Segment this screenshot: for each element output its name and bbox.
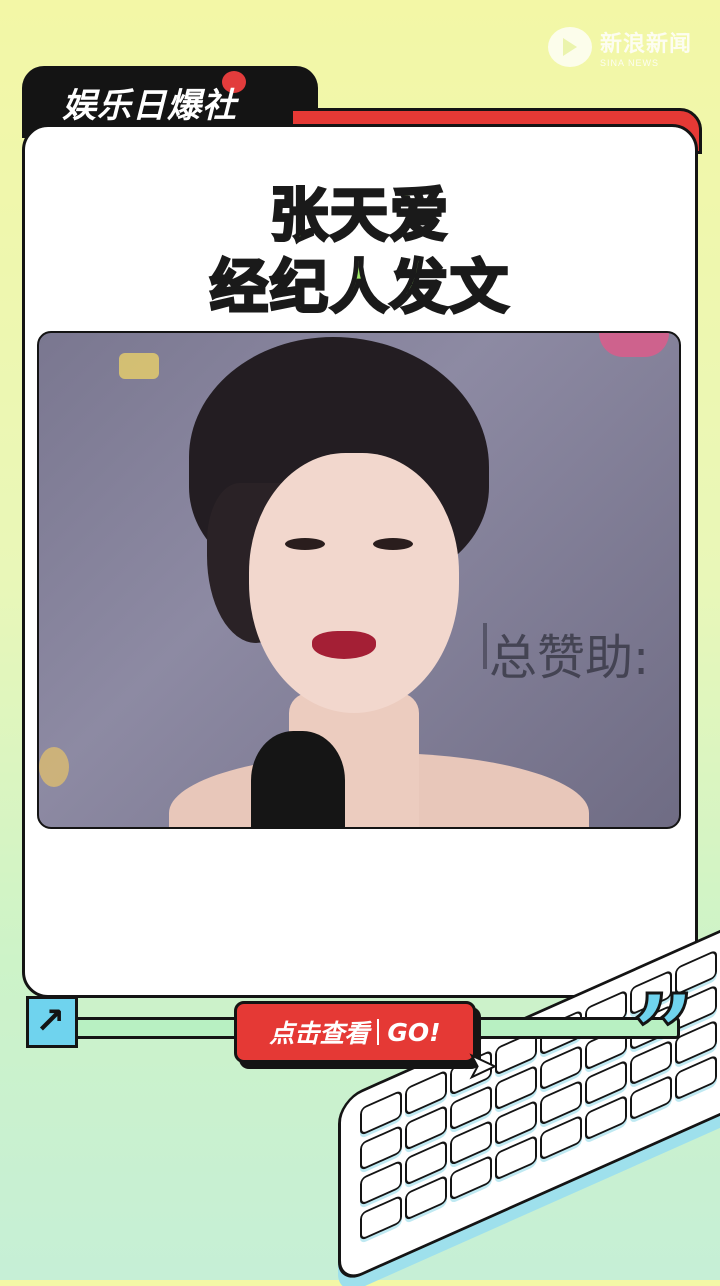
person-face <box>249 453 459 713</box>
cursor-pointer-icon: ➤ <box>467 1045 497 1087</box>
brand-title: 娱乐日爆社 <box>62 86 237 126</box>
cta-left-label: 点击查看 <box>269 1019 370 1048</box>
headline-line-2: 经纪人发文 <box>208 252 510 323</box>
video-thumbnail[interactable]: 总赞助: <box>37 331 681 829</box>
view-go-button[interactable]: 点击查看 GO! <box>234 1001 476 1063</box>
person-eye <box>285 538 325 550</box>
person-lips <box>312 631 376 659</box>
bokeh-light <box>39 747 69 787</box>
sina-news-watermark: 新浪新闻 SINA NEWS <box>547 26 692 68</box>
bokeh-light <box>119 353 159 379</box>
quote-mark-icon: ” <box>630 970 696 1099</box>
watermark-title: 新浪新闻 <box>599 31 692 56</box>
arrow-up-right-button[interactable]: ↗ <box>26 996 78 1048</box>
sign-partial-glyph <box>457 623 487 669</box>
bokeh-light <box>599 333 669 357</box>
play-logo-icon <box>547 27 592 67</box>
person-eye <box>373 538 413 550</box>
microphone-icon <box>251 731 345 827</box>
watermark-subtitle: SINA NEWS <box>599 58 659 68</box>
cta-divider <box>377 1019 380 1045</box>
cta-right-label: GO! <box>387 1017 441 1047</box>
background-sign-text: 总赞助: <box>489 630 650 686</box>
arrow-up-right-icon: ↗ <box>35 1001 66 1042</box>
